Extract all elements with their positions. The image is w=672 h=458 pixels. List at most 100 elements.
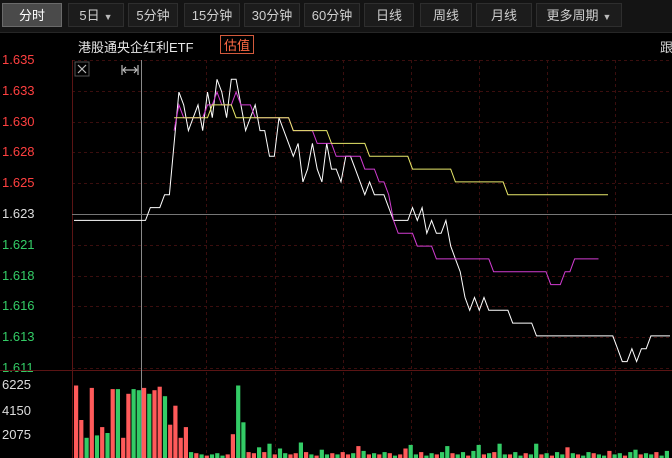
volume-bar — [340, 452, 345, 458]
volume-bar — [638, 454, 643, 458]
volume-bar — [460, 452, 466, 458]
volume-bar — [236, 385, 241, 458]
volume-bar — [643, 453, 649, 458]
volume-bar — [209, 454, 215, 458]
price-series-line — [74, 78, 670, 364]
volume-bar — [664, 450, 669, 458]
volume-bar — [178, 437, 183, 458]
volume-bar — [241, 422, 246, 458]
volume-bar — [403, 448, 408, 458]
volume-bar — [324, 454, 330, 458]
volume-bar — [100, 427, 105, 458]
volume-bar — [257, 447, 262, 458]
volume-bar — [617, 453, 622, 458]
volume-bar — [147, 393, 152, 458]
volume-bar — [591, 453, 596, 458]
volume-bar — [136, 390, 141, 458]
volume-bar — [298, 442, 303, 458]
volume-bar — [523, 453, 528, 458]
volume-bar — [110, 389, 115, 458]
volume-bar — [398, 454, 403, 458]
volume-bar — [419, 452, 424, 458]
volume-bar — [142, 387, 147, 458]
volume-bar — [596, 454, 601, 458]
volume-bar — [565, 447, 570, 458]
volume-bar — [382, 452, 387, 458]
volume-bar — [586, 452, 591, 458]
volume-bar — [345, 454, 351, 458]
volume-bar — [450, 453, 455, 458]
volume-bar — [79, 420, 84, 458]
volume-bar — [555, 452, 560, 458]
volume-bar — [513, 452, 518, 458]
volume-bar — [497, 443, 502, 458]
volume-bar — [283, 453, 288, 458]
volume-bar — [262, 452, 267, 458]
volume-bar — [612, 454, 617, 458]
volume-bar — [471, 450, 476, 458]
volume-bar — [366, 454, 371, 458]
volume-bar — [168, 424, 173, 458]
close-icon-glyph — [77, 64, 87, 74]
volume-bar — [387, 453, 392, 458]
volume-bar — [304, 452, 309, 458]
volume-bar — [173, 405, 178, 458]
volume-bar — [225, 454, 230, 458]
volume-bar — [408, 444, 413, 458]
volume-bar — [335, 454, 340, 458]
volume-bar — [628, 452, 633, 458]
volume-bar — [544, 453, 549, 458]
price-series-line — [173, 90, 599, 286]
volume-bar — [199, 454, 204, 458]
volume-bar — [272, 454, 277, 458]
volume-bar — [288, 454, 293, 458]
volume-bar — [319, 449, 324, 458]
volume-bar — [649, 454, 654, 458]
volume-bar — [293, 453, 298, 458]
volume-bar — [560, 454, 565, 458]
volume-bar — [492, 452, 497, 458]
volume-bar — [528, 454, 533, 458]
volume-bar — [534, 443, 539, 458]
volume-bar — [94, 435, 100, 458]
volume-bar — [440, 452, 445, 458]
volume-bar — [131, 389, 136, 458]
volume-bar — [434, 454, 439, 458]
volume-bar — [507, 454, 513, 458]
volume-bar — [445, 446, 450, 458]
volume-bar — [84, 437, 89, 458]
intraday-chart — [0, 32, 672, 458]
resize-arrows-icon — [121, 65, 139, 75]
volume-bar — [413, 454, 418, 458]
volume-bar — [330, 453, 335, 458]
price-series-line — [174, 104, 608, 196]
volume-bar — [121, 437, 126, 458]
volume-bar — [251, 453, 256, 458]
volume-bar — [539, 454, 544, 458]
volume-bar — [215, 453, 220, 458]
volume-bar — [267, 443, 272, 458]
volume-bar — [309, 454, 314, 458]
volume-bar — [570, 453, 575, 458]
volume-bar — [126, 393, 131, 458]
volume-bar — [152, 390, 157, 458]
volume-bar — [654, 452, 659, 458]
volume-bar — [89, 387, 94, 458]
volume-bar — [481, 454, 486, 458]
volume-bar — [105, 433, 110, 458]
volume-bar — [74, 385, 79, 458]
volume-bar — [356, 446, 361, 458]
volume-bar — [189, 452, 194, 458]
volume-bar — [230, 434, 235, 458]
volume-bar — [455, 454, 460, 458]
volume-bar — [115, 389, 120, 458]
volume-bar — [277, 448, 283, 458]
volume-bar — [476, 444, 481, 458]
volume-bar — [502, 454, 507, 458]
volume-bar — [183, 427, 188, 458]
volume-bar — [194, 453, 199, 458]
volume-bar — [162, 396, 168, 458]
volume-bar — [575, 454, 581, 458]
volume-bar — [607, 450, 612, 458]
volume-bar — [361, 450, 366, 458]
